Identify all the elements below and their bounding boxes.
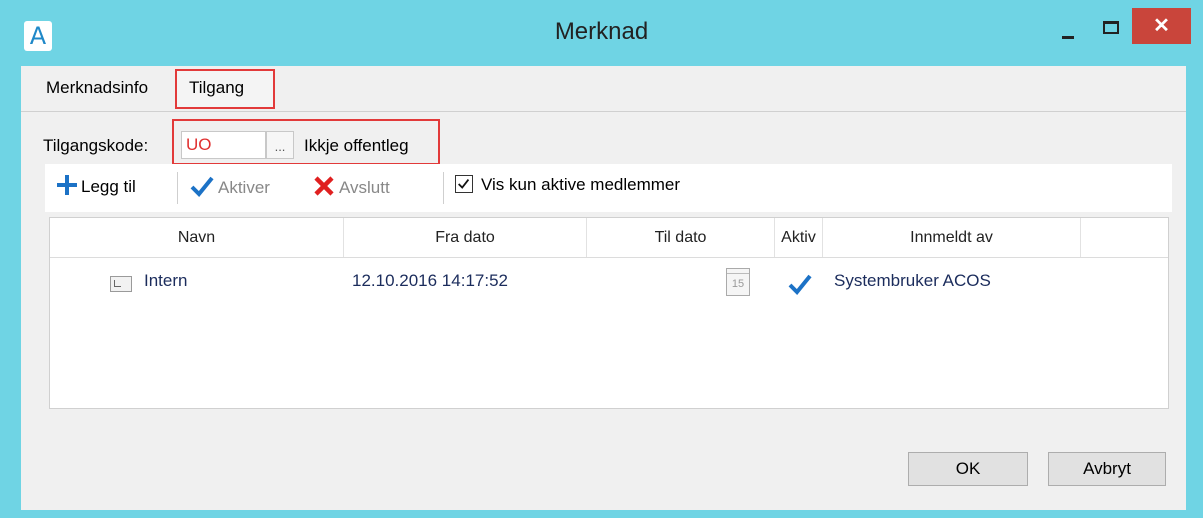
tab-divider <box>21 111 1186 112</box>
document-icon <box>110 276 132 292</box>
activate-button-label: Aktiver <box>218 178 270 197</box>
end-button[interactable]: Avslutt <box>313 175 390 201</box>
calendar-icon[interactable]: 15 <box>726 268 750 296</box>
row-registered-by: Systembruker ACOS <box>834 271 991 290</box>
title-bar[interactable]: A Merknad ✕ <box>0 0 1203 74</box>
column-header-aktiv[interactable]: Aktiv <box>775 218 822 257</box>
add-button-label: Legg til <box>81 177 136 196</box>
column-divider <box>1080 218 1081 257</box>
access-code-description: Ikkje offentleg <box>304 136 409 155</box>
checkbox-box[interactable] <box>455 175 473 193</box>
x-icon <box>314 176 334 196</box>
table-row[interactable]: Intern 12.10.2016 14:17:52 15 Systembruk… <box>50 258 1168 312</box>
access-code-browse-button[interactable]: ... <box>266 131 294 159</box>
show-active-checkbox[interactable]: Vis kun aktive medlemmer <box>455 175 680 201</box>
add-button[interactable]: Legg til <box>57 175 136 201</box>
plus-icon <box>57 175 77 195</box>
row-name: Intern <box>144 271 188 290</box>
tab-tilgang[interactable]: Tilgang <box>189 78 244 102</box>
window-title: Merknad <box>554 18 649 45</box>
row-from-date: 12.10.2016 14:17:52 <box>352 271 508 290</box>
column-header-innmeldt-av[interactable]: Innmeldt av <box>823 218 1080 257</box>
show-active-label: Vis kun aktive medlemmer <box>481 175 681 194</box>
dialog-content: Merknadsinfo Tilgang Tilgangskode: UO ..… <box>21 66 1186 510</box>
end-button-label: Avslutt <box>339 178 390 197</box>
tab-bar: Merknadsinfo Tilgang <box>21 66 1186 112</box>
calendar-day: 15 <box>731 278 745 290</box>
dialog-window: A Merknad ✕ Merknadsinfo Tilgang Tilgang… <box>0 0 1203 518</box>
column-header-navn[interactable]: Navn <box>50 218 343 257</box>
checkbox-check-icon <box>458 179 470 189</box>
column-header-til-dato[interactable]: Til dato <box>587 218 774 257</box>
members-grid: Navn Fra dato Til dato Aktiv Innmeldt av… <box>49 217 1169 409</box>
members-toolbar: Legg til Aktiver Avslutt Vis kun aktive … <box>45 164 1172 212</box>
toolbar-separator <box>443 172 444 204</box>
maximize-button[interactable] <box>1092 8 1132 44</box>
active-checkmark-icon <box>788 274 812 295</box>
toolbar-separator <box>177 172 178 204</box>
minimize-button[interactable] <box>1044 8 1092 44</box>
access-code-input[interactable]: UO <box>181 131 266 159</box>
close-button[interactable]: ✕ <box>1132 8 1191 44</box>
activate-button[interactable]: Aktiver <box>190 175 270 201</box>
cancel-button[interactable]: Avbryt <box>1048 452 1166 486</box>
checkmark-icon <box>190 176 214 197</box>
grid-header: Navn Fra dato Til dato Aktiv Innmeldt av <box>50 218 1168 258</box>
ok-button[interactable]: OK <box>908 452 1028 486</box>
column-header-fra-dato[interactable]: Fra dato <box>344 218 586 257</box>
close-icon: ✕ <box>1153 15 1170 37</box>
access-code-label: Tilgangskode: <box>43 136 149 155</box>
tab-merknadsinfo[interactable]: Merknadsinfo <box>46 78 148 102</box>
